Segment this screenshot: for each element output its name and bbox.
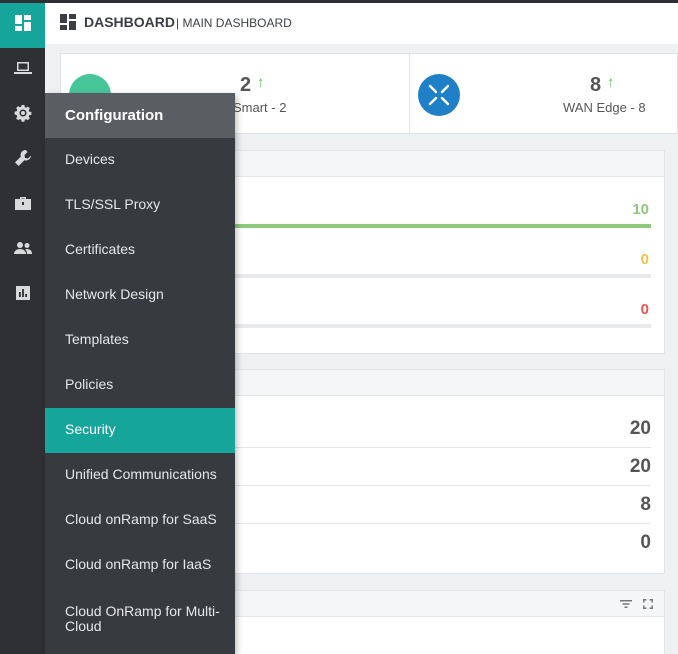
- menu-item-label: Network Design: [65, 286, 164, 302]
- menu-item-label: Policies: [65, 376, 114, 392]
- flyout-title: Configuration: [65, 107, 164, 124]
- menu-item-label: TLS/SSL Proxy: [65, 196, 161, 212]
- count-value: 20: [629, 418, 651, 439]
- top-header: DASHBOARD | MAIN DASHBOARD: [45, 0, 678, 44]
- configuration-nav-button[interactable]: [0, 93, 45, 138]
- tools-wrench-icon: [14, 149, 32, 172]
- dashboard-nav-button[interactable]: [0, 3, 45, 48]
- menu-item-cloud-onramp-multicloud[interactable]: Cloud OnRamp for Multi-Cloud: [45, 588, 235, 654]
- menu-item-label: Templates: [65, 331, 129, 347]
- menu-item-tls-ssl-proxy[interactable]: TLS/SSL Proxy: [45, 183, 235, 228]
- menu-item-cloud-onramp-iaas[interactable]: Cloud onRamp for IaaS: [45, 543, 235, 588]
- menu-item-label: Devices: [65, 151, 115, 167]
- configuration-flyout-menu: Configuration Devices TLS/SSL Proxy Cert…: [45, 93, 235, 654]
- bar-value-3: 0: [640, 301, 649, 318]
- monitor-icon: [13, 59, 32, 82]
- administration-users-icon: [13, 239, 32, 262]
- analytics-nav-button[interactable]: [0, 273, 45, 318]
- menu-item-label: Cloud OnRamp for Multi-Cloud: [65, 603, 220, 634]
- page-subtitle: | MAIN DASHBOARD: [176, 16, 292, 30]
- tools-nav-button[interactable]: [0, 138, 45, 183]
- bar-value-1: 10: [632, 201, 649, 218]
- fullscreen-icon[interactable]: [642, 597, 654, 615]
- menu-item-certificates[interactable]: Certificates: [45, 228, 235, 273]
- smart-label: Smart - 2: [233, 100, 287, 115]
- analytics-chart-icon: [14, 284, 32, 307]
- wan-edge-trend-up-icon: ↑: [607, 74, 615, 91]
- menu-item-policies[interactable]: Policies: [45, 363, 235, 408]
- bar-value-2: 0: [640, 251, 649, 268]
- menu-item-label: Cloud onRamp for SaaS: [65, 511, 217, 527]
- dashboard-icon: [14, 14, 32, 37]
- wan-edge-icon: [418, 74, 460, 116]
- summary-divider: [409, 54, 410, 135]
- menu-item-devices[interactable]: Devices: [45, 138, 235, 183]
- maintenance-toolbox-icon: [14, 194, 32, 217]
- menu-item-cloud-onramp-saas[interactable]: Cloud onRamp for SaaS: [45, 498, 235, 543]
- dashboard-icon: [60, 14, 76, 30]
- menu-item-label: Unified Communications: [65, 466, 217, 482]
- maintenance-nav-button[interactable]: [0, 183, 45, 228]
- configuration-gear-icon: [14, 104, 32, 127]
- count-value: 20: [629, 456, 651, 477]
- menu-item-network-design[interactable]: Network Design: [45, 273, 235, 318]
- smart-trend-up-icon: ↑: [257, 74, 265, 91]
- filter-icon[interactable]: [620, 597, 632, 615]
- menu-item-label: Security: [65, 421, 116, 437]
- administration-nav-button[interactable]: [0, 228, 45, 273]
- count-value: 8: [640, 494, 651, 515]
- menu-item-unified-communications[interactable]: Unified Communications: [45, 453, 235, 498]
- page-title: DASHBOARD: [84, 14, 175, 30]
- menu-item-templates[interactable]: Templates: [45, 318, 235, 363]
- wan-edge-count: 8: [590, 74, 602, 96]
- flyout-header: Configuration: [45, 93, 235, 138]
- count-value: 0: [640, 532, 651, 553]
- left-nav-rail: [0, 0, 45, 654]
- menu-item-label: Certificates: [65, 241, 136, 257]
- monitor-nav-button[interactable]: [0, 48, 45, 93]
- wan-edge-label: WAN Edge - 8: [563, 100, 646, 115]
- menu-item-security[interactable]: Security: [45, 408, 235, 453]
- smart-count: 2: [240, 74, 252, 96]
- menu-item-label: Cloud onRamp for IaaS: [65, 556, 212, 572]
